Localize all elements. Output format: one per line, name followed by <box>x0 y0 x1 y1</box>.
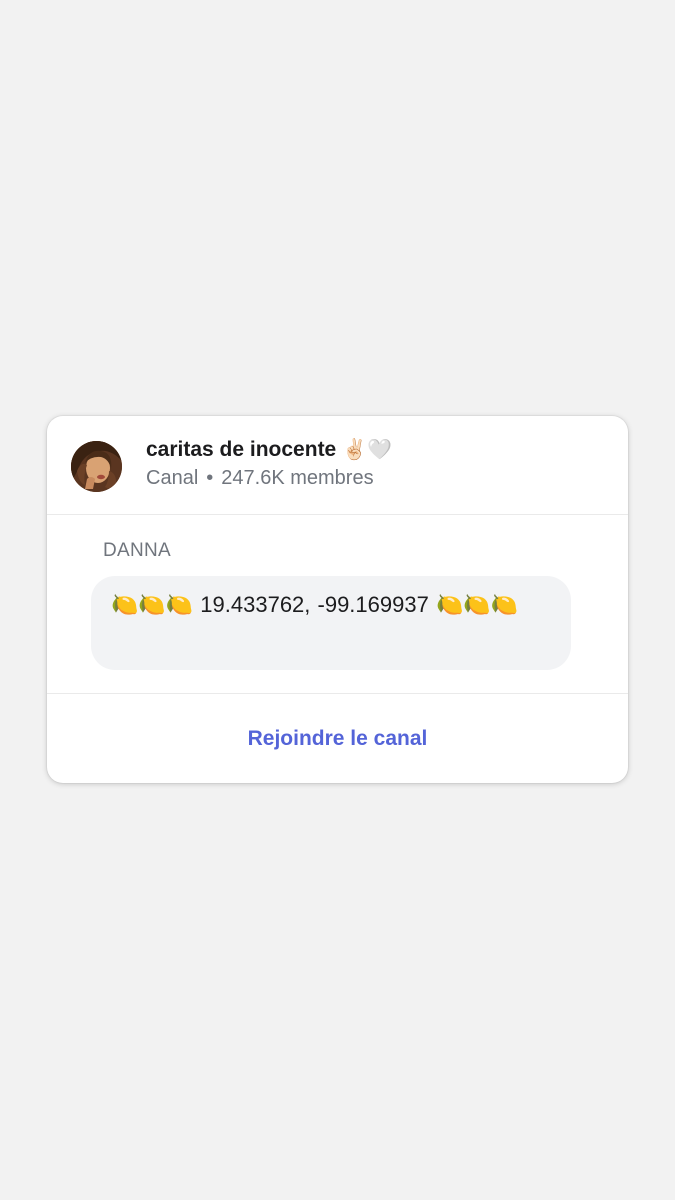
meta-separator: • <box>206 467 214 489</box>
join-channel-button[interactable]: Rejoindre le canal <box>47 694 628 783</box>
channel-name-text: caritas de inocente <box>146 438 337 461</box>
channel-header[interactable]: caritas de inocente ✌🏻🤍 Canal • 247.6K memb… <box>47 416 628 515</box>
channel-avatar[interactable] <box>71 441 122 492</box>
member-count: 247.6K membres <box>221 467 374 489</box>
message-sender: DANNA <box>103 540 172 561</box>
channel-meta: Canal • 247.6K membres <box>146 465 374 491</box>
channel-name-emoji: ✌🏻🤍 <box>342 439 393 461</box>
join-channel-label: Rejoindre le canal <box>247 726 428 750</box>
avatar-image <box>71 441 122 492</box>
message-bubble[interactable]: 🍋🍋🍋 19.433762, -99.169937 🍋🍋🍋 <box>91 576 571 670</box>
message-text: 🍋🍋🍋 19.433762, -99.169937 🍋🍋🍋 <box>111 592 519 617</box>
channel-name[interactable]: caritas de inocente ✌🏻🤍 <box>146 436 392 464</box>
channel-type: Canal <box>146 467 199 489</box>
channel-preview-card: caritas de inocente ✌🏻🤍 Canal • 247.6K memb… <box>47 416 628 783</box>
